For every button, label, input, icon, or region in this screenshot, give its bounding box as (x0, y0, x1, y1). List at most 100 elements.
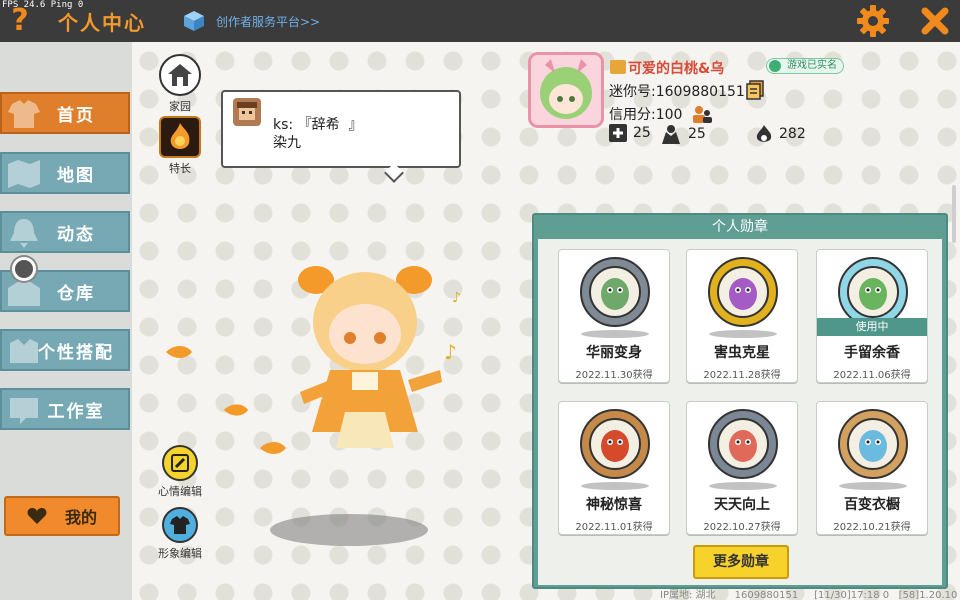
character-shadow (270, 514, 428, 546)
badge-card[interactable]: 天天向上 2022.10.27获得 (686, 401, 798, 535)
top-bar: FPS 24.6 Ping 0 ? 个人中心 创作者服务平台>> (0, 0, 960, 42)
floating-toggle[interactable] (12, 257, 36, 281)
heart-icon (27, 508, 47, 524)
footer-version: [58]1.20.10 (898, 590, 958, 600)
talent-label: 特长 (169, 162, 191, 175)
clothes-icon (162, 507, 198, 543)
badge-date: 2022.11.06获得 (833, 370, 911, 381)
home-button[interactable]: 家园 (157, 54, 203, 114)
settings-button[interactable] (856, 4, 890, 38)
username: 可爱的白桃&乌 (628, 61, 725, 77)
footer-time: [11/30]17:18 0 (814, 590, 890, 600)
popularity-count: 282 (779, 126, 806, 142)
badge-date: 2022.11.30获得 (575, 370, 653, 381)
sidebar-item-feed[interactable]: 动态 (0, 211, 130, 253)
medal-shadow (839, 482, 907, 490)
help-button[interactable]: ? (6, 6, 34, 36)
creator-link-label: 创作者服务平台>> (216, 14, 321, 29)
sidebar-item-home[interactable]: 首页 (0, 92, 130, 134)
fans-count: 25 (688, 126, 706, 142)
look-edit-button[interactable]: 形象编辑 (157, 507, 203, 561)
badge-name: 天天向上 (714, 497, 770, 513)
home-label: 家园 (169, 100, 191, 113)
in-use-tag: 使用中 (817, 318, 927, 336)
medal-shadow (709, 330, 777, 338)
mood-edit-button[interactable]: 心情编辑 (157, 445, 203, 499)
badge-name: 神秘惊喜 (586, 497, 642, 513)
sidebar-item-label: 个性搭配 (38, 342, 114, 363)
edit-pencil-icon (162, 445, 198, 481)
house-icon (159, 54, 201, 96)
medal-icon (579, 256, 651, 328)
sidebar-item-map[interactable]: 地图 (0, 152, 130, 194)
shirt-icon (8, 100, 40, 128)
outfit-icon (10, 339, 38, 363)
music-note-icon: ♪ (444, 340, 457, 364)
cube-icon (182, 9, 206, 33)
verified-icon (769, 60, 781, 72)
sidebar-item-studio[interactable]: 工作室 (0, 388, 130, 430)
badge-grid: 华丽变身 2022.11.30获得 害虫克星 2022.11.28获得 使用中 … (538, 239, 942, 585)
map-icon (8, 160, 40, 188)
flame-skill-icon (159, 116, 201, 158)
ip-location: IP属地: 湖北 (660, 590, 716, 600)
leaf-icon (260, 442, 286, 454)
more-badges-button[interactable]: 更多勋章 (693, 545, 789, 579)
sidebar-item-label: 首页 (57, 105, 95, 126)
sidebar-item-outfit[interactable]: 个性搭配 (0, 329, 130, 371)
medal-shadow (581, 482, 649, 490)
mood-bubble: ks: 『辞希 』 染九 (221, 90, 461, 183)
leaf-icon (166, 346, 192, 358)
badge-name: 手留余香 (844, 345, 900, 361)
badge-panel: 个人勋章 华丽变身 2022.11.30获得 害虫克星 2022.11.28获得… (532, 213, 948, 589)
badge-name: 百变衣橱 (844, 497, 900, 513)
friends-count: 25 (633, 125, 651, 141)
leaf-icon (223, 404, 249, 416)
character-figure (298, 266, 442, 448)
mood-text: ks: 『辞希 』 染九 (273, 117, 363, 151)
guardian-icon[interactable] (691, 104, 713, 124)
sidebar-item-label: 地图 (57, 165, 95, 186)
badge-name: 害虫克星 (714, 345, 770, 361)
avatar[interactable] (528, 52, 604, 128)
copy-icon[interactable] (746, 80, 764, 100)
sidebar-item-label: 仓库 (57, 283, 95, 304)
mini-id: 迷你号:1609880151 (609, 84, 745, 100)
mood-edit-label: 心情编辑 (158, 485, 202, 498)
medal-icon (579, 408, 651, 480)
badge-card[interactable]: 华丽变身 2022.11.30获得 (558, 249, 670, 383)
badge-date: 2022.10.21获得 (833, 522, 911, 533)
add-friend-icon (609, 124, 627, 142)
realname-label: 游戏已实名 (787, 60, 837, 71)
badge-card[interactable]: 使用中 手留余香 2022.11.06获得 (816, 249, 928, 383)
medal-shadow (709, 482, 777, 490)
medal-shadow (581, 330, 649, 338)
medal-icon (837, 408, 909, 480)
badge-date: 2022.10.27获得 (703, 522, 781, 533)
popularity-stat[interactable]: 282 (755, 124, 806, 144)
bell-icon (10, 219, 38, 248)
talent-button[interactable]: 特长 (157, 116, 203, 176)
look-edit-label: 形象编辑 (158, 547, 202, 560)
scrollbar[interactable] (952, 185, 956, 243)
my-button[interactable]: 我的 (4, 496, 120, 536)
badge-panel-title: 个人勋章 (712, 219, 768, 235)
badge-date: 2022.11.01获得 (575, 522, 653, 533)
realname-badge: 游戏已实名 (766, 58, 844, 74)
bubble-avatar-icon (233, 98, 261, 126)
close-icon (921, 7, 949, 35)
badge-card[interactable]: 百变衣橱 2022.10.21获得 (816, 401, 928, 535)
fans-stat[interactable]: 25 (660, 124, 706, 144)
my-button-label: 我的 (64, 508, 97, 527)
footer-id: 1609880151 (734, 590, 799, 600)
sidebar-item-label: 动态 (57, 224, 95, 245)
studio-icon (10, 398, 38, 424)
creator-platform-link[interactable]: 创作者服务平台>> (182, 7, 320, 35)
friends-stat[interactable]: 25 (609, 124, 651, 142)
close-button[interactable] (918, 4, 952, 38)
gear-icon (857, 5, 889, 37)
music-note-icon: ♪ (452, 290, 461, 306)
page-title: 个人中心 (58, 11, 146, 35)
badge-card[interactable]: 神秘惊喜 2022.11.01获得 (558, 401, 670, 535)
badge-card[interactable]: 害虫克星 2022.11.28获得 (686, 249, 798, 383)
